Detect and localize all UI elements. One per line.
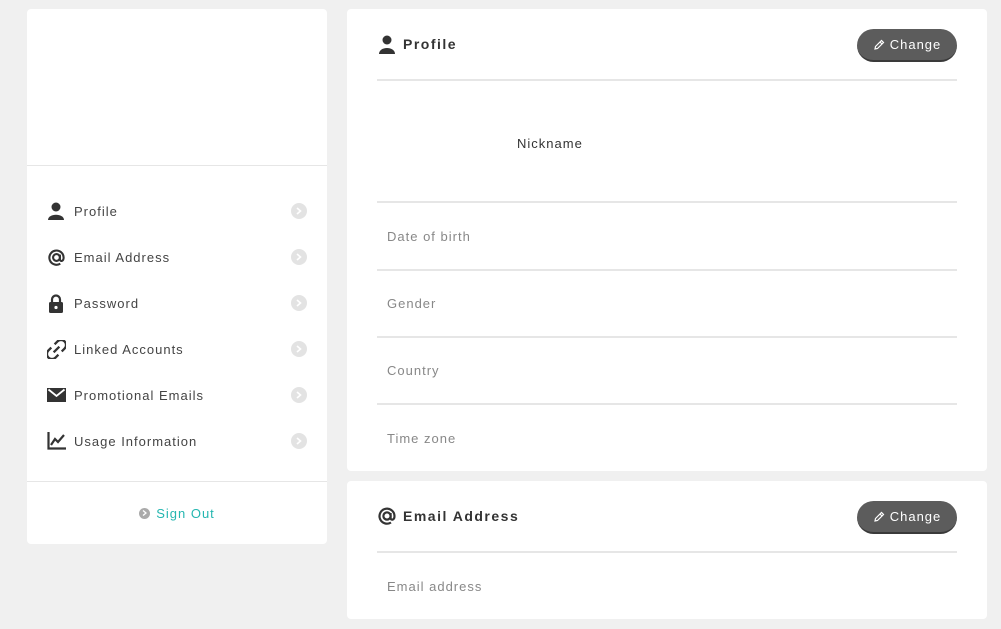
date-of-birth-row: Date of birth [377, 204, 957, 271]
gender-row: Gender [377, 271, 957, 338]
sidebar-item-usage-information[interactable]: Usage Information [27, 418, 327, 464]
link-icon [46, 339, 66, 359]
sidebar-nav: Profile Email Address Password Linked Ac… [27, 166, 327, 464]
chevron-right-icon [291, 203, 307, 219]
profile-change-button[interactable]: Change [857, 29, 957, 62]
pencil-icon [873, 511, 885, 522]
country-label: Country [387, 363, 440, 378]
email-change-button[interactable]: Change [857, 501, 957, 534]
pencil-icon [873, 39, 885, 50]
at-icon [377, 506, 397, 526]
profile-card: Profile Change Nickname Date of birth Ge… [347, 9, 987, 471]
sidebar-item-profile[interactable]: Profile [27, 188, 327, 234]
chevron-right-icon [291, 341, 307, 357]
email-card-header: Email Address Change [377, 481, 957, 553]
sign-out-label: Sign Out [156, 505, 215, 521]
email-card: Email Address Change Email address [347, 481, 987, 619]
chevron-right-icon [291, 249, 307, 265]
lock-icon [46, 293, 66, 313]
email-address-label: Email address [387, 579, 483, 594]
chevron-right-icon [291, 433, 307, 449]
chevron-right-icon [139, 507, 151, 519]
chevron-right-icon [291, 387, 307, 403]
person-icon [377, 34, 397, 54]
change-button-label: Change [889, 509, 942, 524]
account-sidebar: Profile Email Address Password Linked Ac… [27, 9, 327, 544]
chevron-right-icon [291, 295, 307, 311]
sidebar-item-label: Promotional Emails [74, 387, 204, 403]
sidebar-item-password[interactable]: Password [27, 280, 327, 326]
profile-card-header: Profile Change [377, 9, 957, 81]
sidebar-item-label: Usage Information [74, 433, 198, 449]
at-icon [46, 247, 66, 267]
time-zone-label: Time zone [387, 431, 457, 446]
sidebar-item-promotional-emails[interactable]: Promotional Emails [27, 372, 327, 418]
chart-icon [46, 431, 66, 451]
email-address-row: Email address [377, 553, 957, 620]
date-of-birth-label: Date of birth [387, 229, 471, 244]
sign-out-link[interactable]: Sign Out [139, 506, 215, 521]
profile-card-title: Profile [403, 36, 458, 52]
time-zone-row: Time zone [377, 405, 957, 472]
sidebar-item-label: Linked Accounts [74, 341, 184, 357]
person-icon [46, 201, 66, 221]
email-card-title: Email Address [403, 508, 520, 524]
sidebar-item-label: Email Address [74, 249, 171, 265]
nickname-row: Nickname [377, 83, 957, 203]
sidebar-item-label: Password [74, 295, 140, 311]
sign-out-area: Sign Out [27, 481, 327, 544]
gender-label: Gender [387, 296, 437, 311]
sidebar-item-linked-accounts[interactable]: Linked Accounts [27, 326, 327, 372]
avatar-area [27, 9, 327, 166]
sidebar-item-email-address[interactable]: Email Address [27, 234, 327, 280]
nickname-label: Nickname [517, 136, 583, 151]
country-row: Country [377, 338, 957, 405]
envelope-icon [46, 385, 66, 405]
change-button-label: Change [889, 37, 942, 52]
sidebar-item-label: Profile [74, 203, 118, 219]
